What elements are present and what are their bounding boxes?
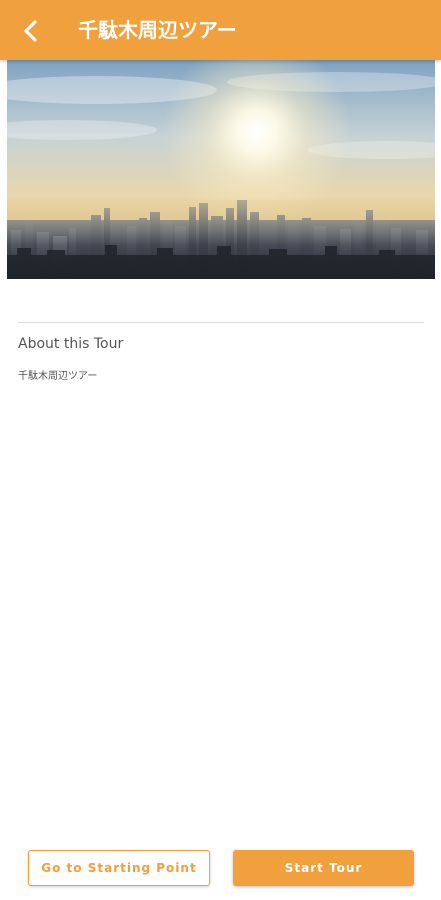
app-bar: 千駄木周辺ツアー [0,0,441,60]
hero-image [7,60,435,279]
go-to-starting-point-button[interactable]: Go to Starting Point [28,850,210,886]
back-button[interactable] [14,14,48,48]
divider [18,322,424,323]
start-tour-button[interactable]: Start Tour [233,850,414,886]
about-heading: About this Tour [18,336,124,352]
page-title: 千駄木周辺ツアー [78,18,237,42]
chevron-left-icon [24,20,37,42]
about-description: 千駄木周辺ツアー [18,371,98,382]
